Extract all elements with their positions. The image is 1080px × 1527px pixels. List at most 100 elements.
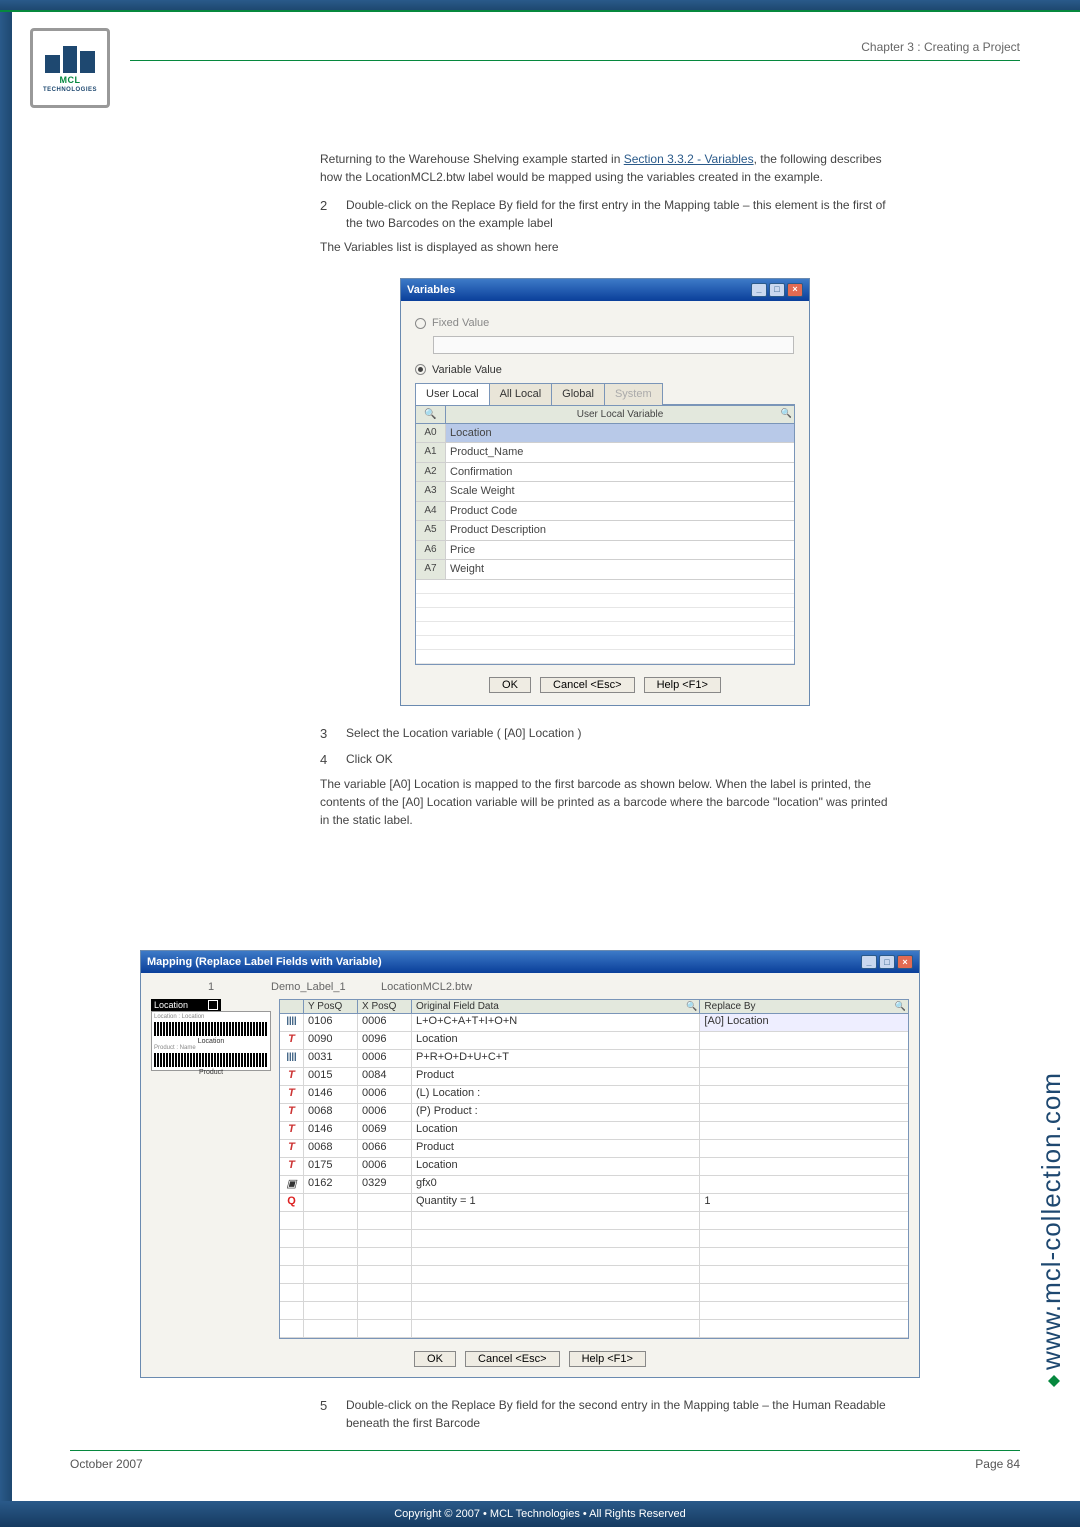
search-icon[interactable]: 🔍 xyxy=(781,407,792,421)
ok-button[interactable]: OK xyxy=(414,1351,456,1367)
preview-cap2: Product xyxy=(154,1069,268,1076)
mapping-grid: Location Location : Location Location Pr… xyxy=(151,999,909,1339)
table-row[interactable]: A3Scale Weight xyxy=(416,482,794,502)
preview-square-icon xyxy=(208,1000,218,1010)
step-3-text: Select the Location variable ( [A0] Loca… xyxy=(346,724,890,744)
table-row[interactable]: T01460006(L) Location : xyxy=(280,1086,908,1104)
search-icon[interactable]: 🔍 xyxy=(686,1001,697,1012)
close-icon[interactable]: × xyxy=(787,283,803,297)
minimize-icon[interactable]: _ xyxy=(861,955,877,969)
table-row[interactable]: A7Weight xyxy=(416,560,794,580)
col-id-header[interactable]: 🔍 xyxy=(416,406,446,423)
mapping-title-text: Mapping (Replace Label Fields with Varia… xyxy=(147,956,382,968)
logo-text-top: MCL xyxy=(60,75,81,85)
col-icon-header[interactable] xyxy=(280,1000,304,1013)
table-row[interactable]: ||||00310006P+R+O+D+U+C+T xyxy=(280,1050,908,1068)
table-row[interactable]: T00680066Product xyxy=(280,1140,908,1158)
tab-all-local[interactable]: All Local xyxy=(489,383,553,405)
mapping-table-header: Y PosQ X PosQ Original Field Data🔍 Repla… xyxy=(280,1000,908,1014)
step-4-text: Click OK xyxy=(346,750,890,770)
radio-fixed-label: Fixed Value xyxy=(432,315,489,332)
col-xpos-header[interactable]: X PosQ xyxy=(358,1000,412,1013)
preview-thumb[interactable]: Location : Location Location Product : N… xyxy=(151,1011,271,1071)
after-step2: The Variables list is displayed as shown… xyxy=(320,238,890,256)
table-row[interactable]: T01750006Location xyxy=(280,1158,908,1176)
step-5: 5 Double-click on the Replace By field f… xyxy=(320,1396,890,1432)
step-3: 3 Select the Location variable ( [A0] Lo… xyxy=(320,724,890,744)
logo-text-bottom: TECHNOLOGIES xyxy=(43,87,97,93)
preview-hdr1: Location : Location xyxy=(154,1014,268,1020)
help-button[interactable]: Help <F1> xyxy=(644,677,721,693)
header-underline xyxy=(130,60,1020,61)
table-row[interactable]: T00150084Product xyxy=(280,1068,908,1086)
help-button[interactable]: Help <F1> xyxy=(569,1351,646,1367)
table-row[interactable]: A0Location xyxy=(416,424,794,444)
text-icon: T xyxy=(280,1104,304,1121)
cancel-button[interactable]: Cancel <Esc> xyxy=(540,677,634,693)
blank-row xyxy=(416,608,794,622)
mapping-buttons: OK Cancel <Esc> Help <F1> xyxy=(151,1351,909,1367)
table-row[interactable]: A1Product_Name xyxy=(416,443,794,463)
step-2: 2 Double-click on the Replace By field f… xyxy=(320,196,890,232)
search-icon[interactable]: 🔍 xyxy=(895,1001,906,1012)
variables-body: Fixed Value Variable Value User Local Al… xyxy=(401,301,809,705)
blank-row xyxy=(416,636,794,650)
text-icon: T xyxy=(280,1122,304,1139)
step-4-num: 4 xyxy=(320,750,346,770)
tab-user-local[interactable]: User Local xyxy=(415,383,490,405)
maximize-icon[interactable]: □ xyxy=(769,283,785,297)
barcode-icon: |||| xyxy=(280,1014,304,1031)
col-var-header[interactable]: User Local Variable🔍 xyxy=(446,406,794,423)
table-row[interactable]: A6Price xyxy=(416,541,794,561)
blank-row xyxy=(280,1230,908,1248)
section-link[interactable]: Section 3.3.2 - Variables xyxy=(624,152,754,166)
cancel-button[interactable]: Cancel <Esc> xyxy=(465,1351,559,1367)
radio-fixed-value[interactable]: Fixed Value xyxy=(415,315,795,332)
radio-on-icon xyxy=(415,364,426,375)
table-row[interactable]: ||||01060006L+O+C+A+T+I+O+N[A0] Location xyxy=(280,1014,908,1032)
preview-hdr2: Product : Name xyxy=(154,1045,268,1051)
step-2-text: Double-click on the Replace By field for… xyxy=(346,196,890,232)
table-row[interactable]: A4Product Code xyxy=(416,502,794,522)
variables-titlebar[interactable]: Variables _ □ × xyxy=(401,279,809,301)
table-row[interactable]: T00680006(P) Product : xyxy=(280,1104,908,1122)
tab-system[interactable]: System xyxy=(604,383,663,405)
ok-button[interactable]: OK xyxy=(489,677,531,693)
col-replaceby-header[interactable]: Replace By🔍 xyxy=(700,1000,908,1013)
col-ypos-header[interactable]: Y PosQ xyxy=(304,1000,358,1013)
mapping-window: Mapping (Replace Label Fields with Varia… xyxy=(140,950,920,1378)
text-icon: T xyxy=(280,1068,304,1085)
table-row[interactable]: A2Confirmation xyxy=(416,463,794,483)
minimize-icon[interactable]: _ xyxy=(751,283,767,297)
tab-global[interactable]: Global xyxy=(551,383,605,405)
table-row[interactable]: A5Product Description xyxy=(416,521,794,541)
step-5-num: 5 xyxy=(320,1396,346,1432)
mapping-titlebar[interactable]: Mapping (Replace Label Fields with Varia… xyxy=(141,951,919,973)
logo-bars-icon xyxy=(45,43,95,73)
step-5-container: 5 Double-click on the Replace By field f… xyxy=(320,1390,890,1438)
table-row[interactable]: T01460069Location xyxy=(280,1122,908,1140)
mapping-table: Y PosQ X PosQ Original Field Data🔍 Repla… xyxy=(279,999,909,1339)
close-icon[interactable]: × xyxy=(897,955,913,969)
table-row[interactable]: ▣01620329gfx0 xyxy=(280,1176,908,1194)
preview-black-text: Location xyxy=(154,1000,188,1010)
maximize-icon[interactable]: □ xyxy=(879,955,895,969)
table-row[interactable]: T00900096Location xyxy=(280,1032,908,1050)
after-step4: The variable [A0] Location is mapped to … xyxy=(320,775,890,829)
mapping-body: 1 Demo_Label_1 LocationMCL2.btw Location… xyxy=(141,973,919,1377)
variable-tabs: User Local All Local Global System xyxy=(415,382,795,405)
chapter-header: Chapter 3 : Creating a Project xyxy=(861,40,1020,54)
blank-row xyxy=(280,1284,908,1302)
footer-rule xyxy=(70,1450,1020,1451)
table-row[interactable]: QQuantity = 11 xyxy=(280,1194,908,1212)
col-original-header[interactable]: Original Field Data🔍 xyxy=(412,1000,700,1013)
text-icon: T xyxy=(280,1158,304,1175)
mapping-file-name: LocationMCL2.btw xyxy=(381,981,472,993)
side-url: www.mcl-collection.com xyxy=(1036,950,1062,1370)
page-top-bar xyxy=(0,0,1080,12)
preview-black-label: Location xyxy=(151,999,221,1011)
fixed-value-input[interactable] xyxy=(433,336,794,354)
radio-variable-value[interactable]: Variable Value xyxy=(415,362,795,379)
text-icon: T xyxy=(280,1032,304,1049)
body-content: Returning to the Warehouse Shelving exam… xyxy=(320,150,890,839)
